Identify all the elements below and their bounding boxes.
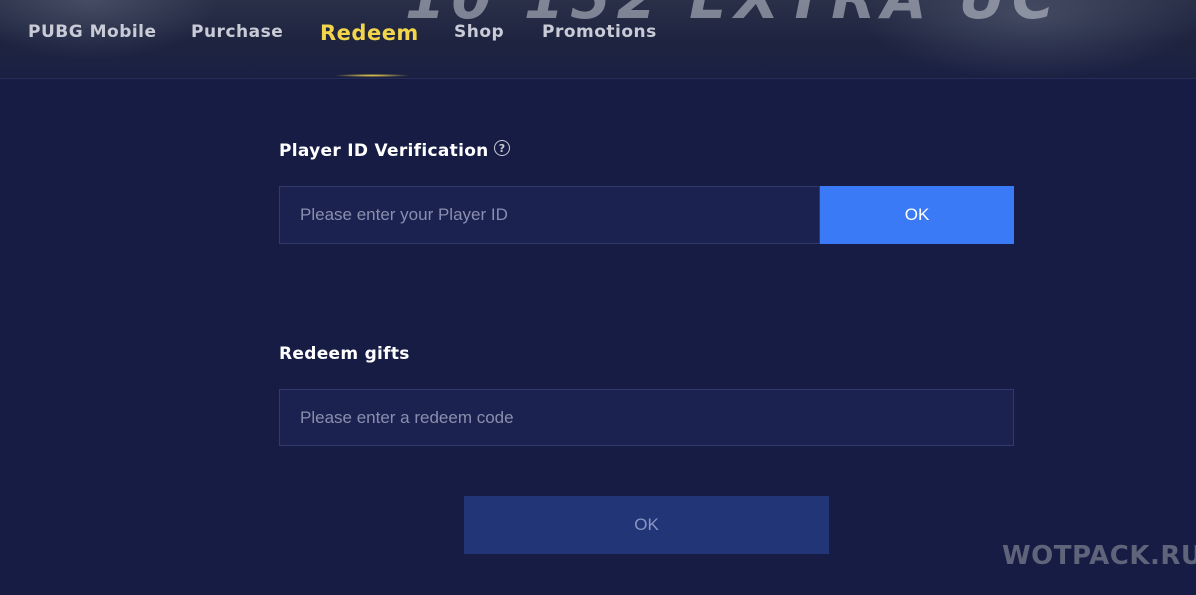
nav-item-shop[interactable]: Shop	[454, 22, 504, 48]
question-circle-icon[interactable]: ?	[494, 140, 510, 156]
nav-item-purchase[interactable]: Purchase	[191, 22, 283, 48]
watermark: WOTPACK.RU	[1002, 541, 1196, 571]
player-id-label: Player ID Verification	[279, 141, 489, 161]
redeem-ok-button[interactable]: OK	[464, 496, 829, 554]
nav-item-promotions[interactable]: Promotions	[542, 22, 657, 48]
player-id-input[interactable]	[279, 186, 820, 244]
redeem-gifts-label: Redeem gifts	[279, 344, 410, 364]
redeem-code-input[interactable]	[279, 389, 1014, 446]
verify-ok-button[interactable]: OK	[820, 186, 1014, 244]
nav-item-pubg-mobile[interactable]: PUBG Mobile	[28, 22, 157, 48]
top-nav: PUBG Mobile Purchase Redeem Shop Promoti…	[0, 0, 1196, 78]
active-tab-indicator	[336, 74, 408, 77]
header-banner: 10 152 EXTRA UC PUBG Mobile Purchase Red…	[0, 0, 1196, 79]
nav-item-redeem[interactable]: Redeem	[320, 21, 419, 47]
